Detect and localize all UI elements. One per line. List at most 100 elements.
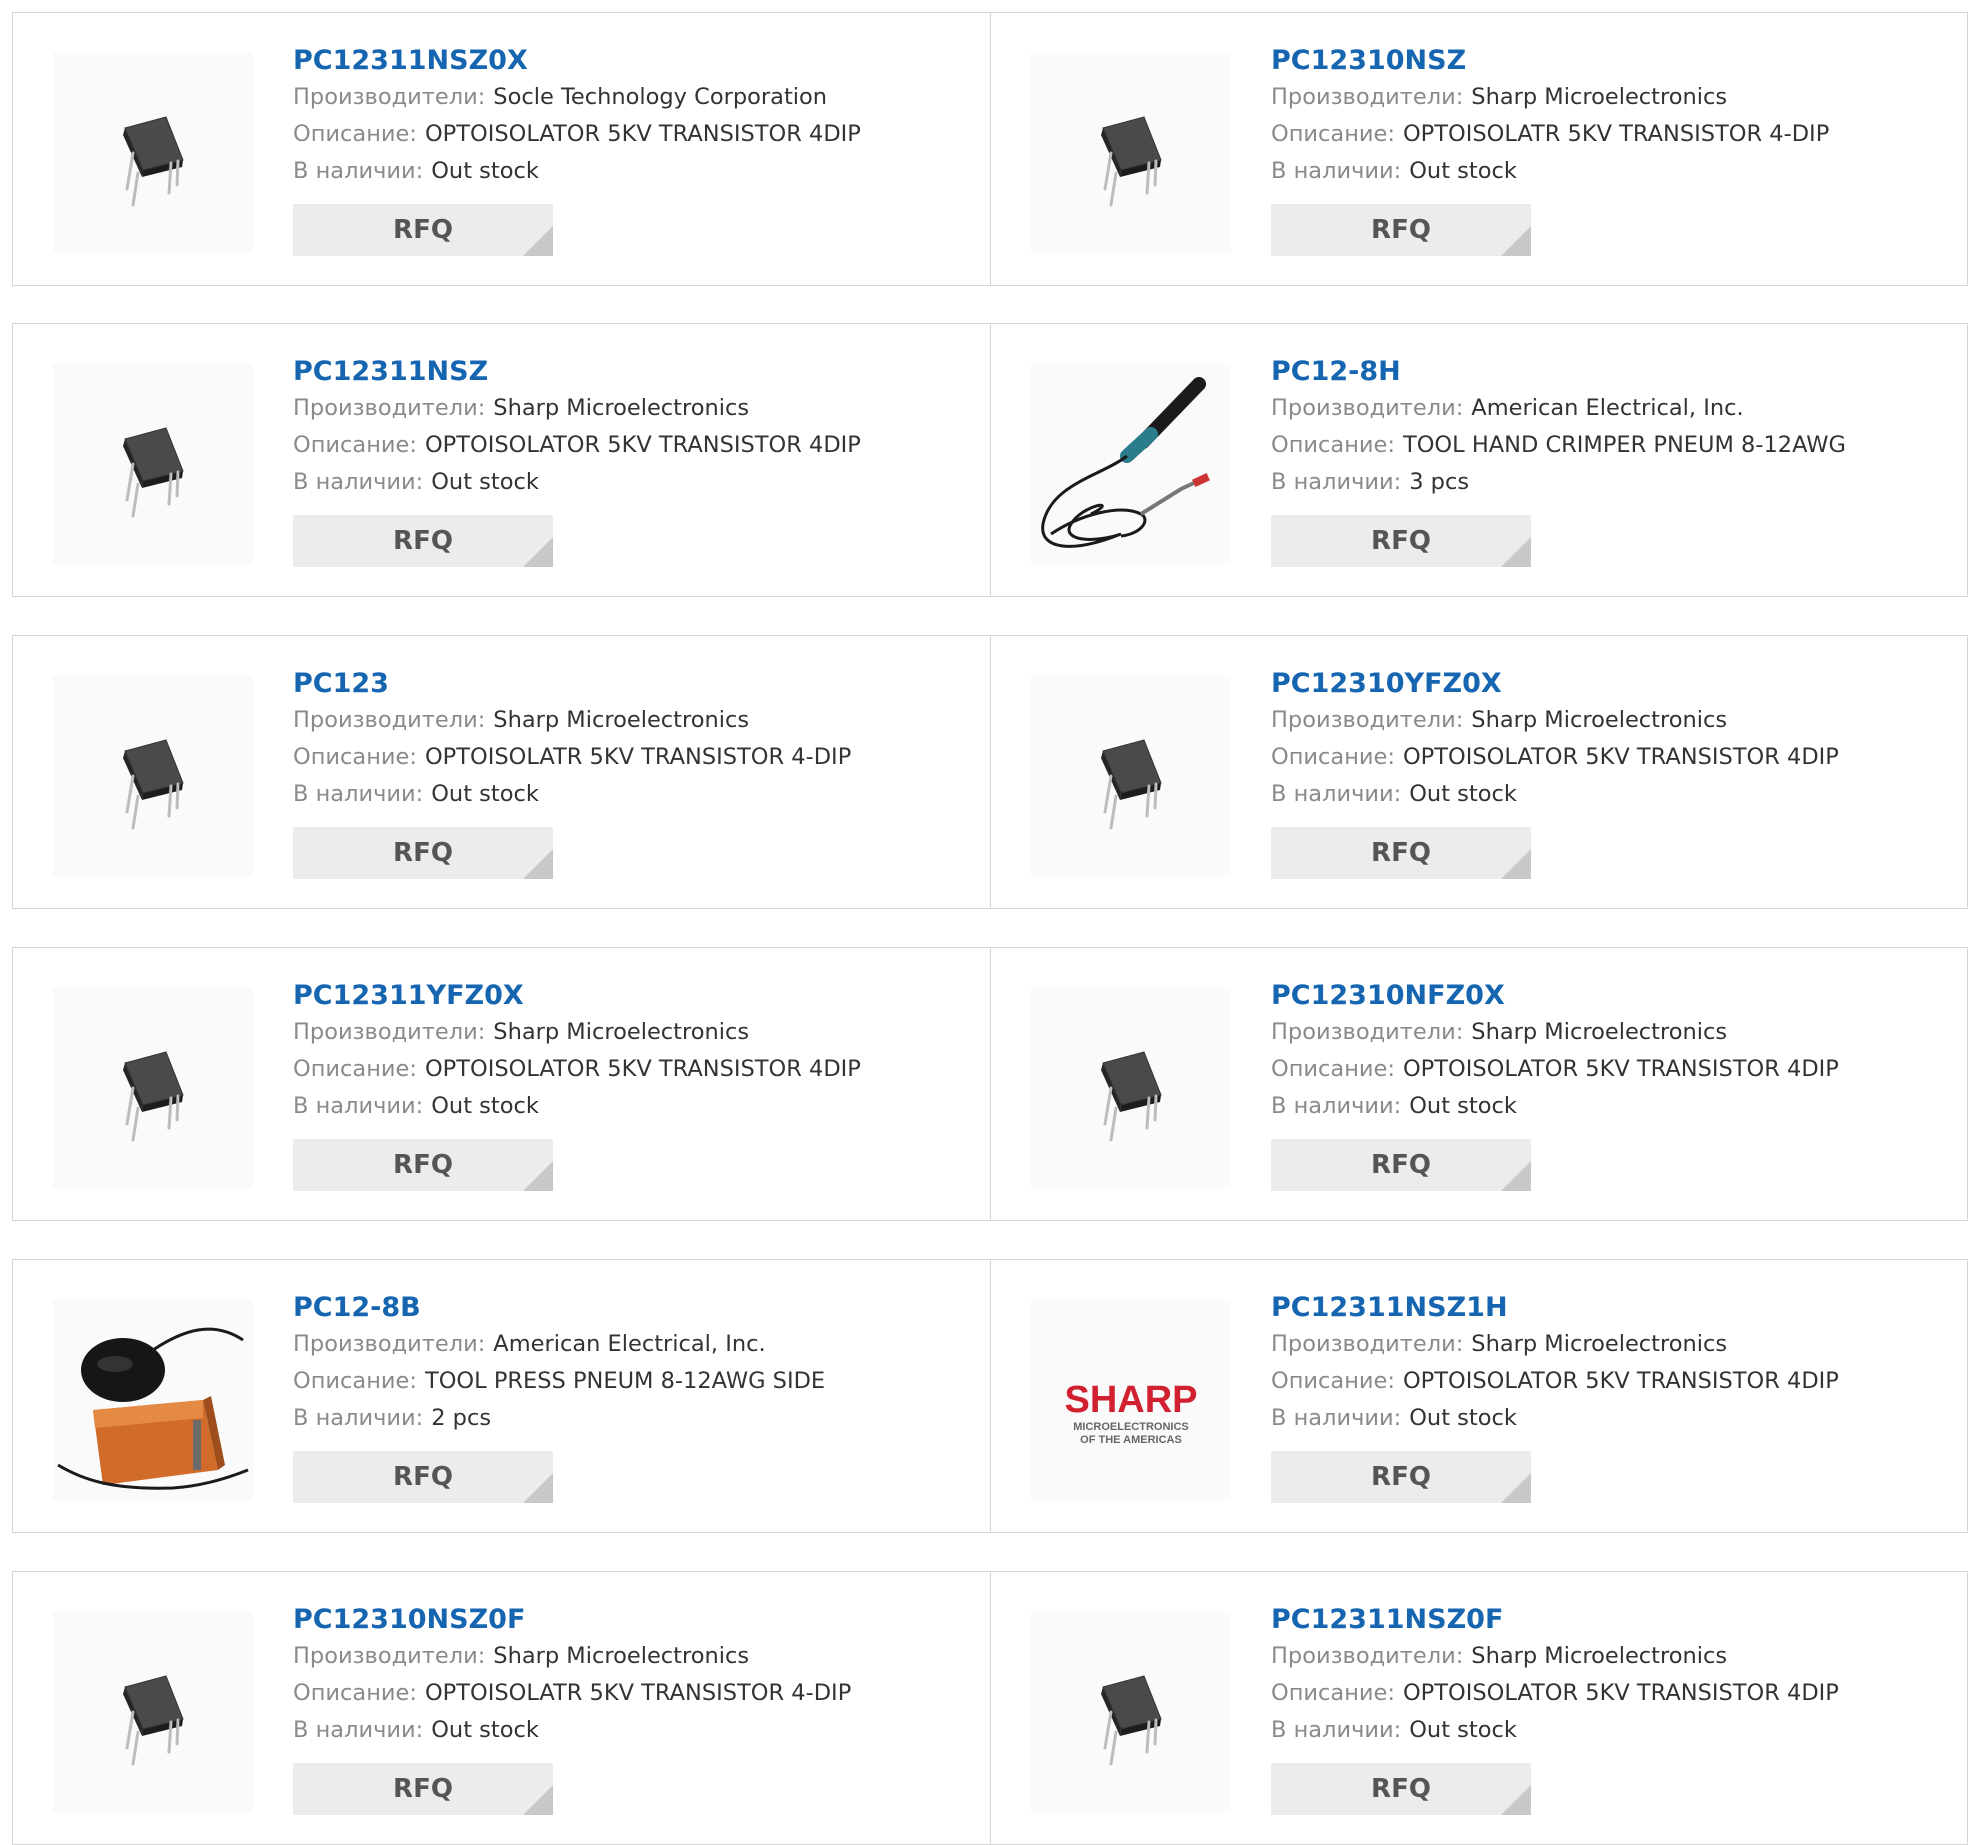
rfq-button[interactable]: RFQ	[1271, 515, 1531, 567]
rfq-button[interactable]: RFQ	[293, 204, 553, 256]
part-number-link[interactable]: PC12311NSZ	[293, 354, 970, 390]
stock-line: В наличии: Out stock	[1271, 1400, 1947, 1437]
stock-label: В наличии:	[293, 1405, 424, 1431]
rfq-button[interactable]: RFQ	[293, 515, 553, 567]
part-number-link[interactable]: PC12310NSZ0F	[293, 1602, 970, 1638]
manufacturer-label: Производители:	[1271, 1643, 1464, 1669]
stock-line: В наличии: Out stock	[1271, 153, 1947, 190]
part-number-link[interactable]: PC12310YFZ0X	[1271, 666, 1947, 702]
description-line: Описание: OPTOISOLATOR 5KV TRANSISTOR 4DI…	[293, 1051, 970, 1088]
corner-triangle-icon	[523, 1785, 553, 1815]
rfq-button[interactable]: RFQ	[293, 827, 553, 879]
dip4-chip-image	[1101, 116, 1162, 207]
manufacturer-label: Производители:	[293, 84, 486, 110]
manufacturer-value: Sharp Microelectronics	[1471, 1331, 1728, 1357]
crimper-tool-image	[1041, 377, 1210, 548]
description-line: Описание: OPTOISOLATR 5KV TRANSISTOR 4-DI…	[1271, 116, 1947, 153]
description-line: Описание: OPTOISOLATR 5KV TRANSISTOR 4-DI…	[293, 739, 970, 776]
rfq-button[interactable]: RFQ	[1271, 1763, 1531, 1815]
manufacturer-value: Sharp Microelectronics	[1471, 1643, 1728, 1669]
description-label: Описание:	[1271, 1368, 1395, 1394]
corner-triangle-icon	[1501, 537, 1531, 567]
rfq-label: RFQ	[393, 1150, 453, 1180]
stock-value: Out stock	[1409, 1093, 1517, 1119]
manufacturer-label: Производители:	[293, 395, 486, 421]
corner-triangle-icon	[523, 226, 553, 256]
manufacturer-value: Sharp Microelectronics	[493, 1019, 750, 1045]
product-image[interactable]	[1031, 364, 1231, 564]
description-label: Описание:	[1271, 1680, 1395, 1706]
part-number-link[interactable]: PC12310NSZ	[1271, 43, 1947, 79]
stock-label: В наличии:	[293, 1093, 424, 1119]
rfq-button[interactable]: RFQ	[1271, 1139, 1531, 1191]
part-number-link[interactable]: PC12311NSZ0X	[293, 43, 970, 79]
product-image[interactable]	[53, 988, 253, 1188]
corner-triangle-icon	[1501, 1473, 1531, 1503]
part-number-link[interactable]: PC12311NSZ1H	[1271, 1290, 1947, 1326]
part-number-link[interactable]: PC12311NSZ0F	[1271, 1602, 1947, 1638]
part-number-link[interactable]: PC12311YFZ0X	[293, 978, 970, 1014]
corner-triangle-icon	[1501, 1785, 1531, 1815]
stock-value: Out stock	[431, 1717, 539, 1743]
manufacturer-label: Производители:	[293, 1643, 486, 1669]
dip4-chip-image	[1101, 1675, 1162, 1766]
rfq-button[interactable]: RFQ	[293, 1451, 553, 1503]
product-row: PC12311NSZ0X Производители: Socle Technolo…	[12, 12, 1968, 286]
description-value: OPTOISOLATOR 5KV TRANSISTOR 4DIP	[424, 1056, 861, 1082]
rfq-button[interactable]: RFQ	[1271, 204, 1531, 256]
description-value: OPTOISOLATR 5KV TRANSISTOR 4-DIP	[424, 744, 852, 770]
stock-label: В наличии:	[1271, 781, 1402, 807]
product-card: PC12-8H Производители: American Electrical…	[990, 324, 1967, 596]
manufacturer-line: Производители: Sharp Microelectronics	[293, 702, 970, 739]
part-number-link[interactable]: PC12-8H	[1271, 354, 1947, 390]
product-image[interactable]	[1031, 53, 1231, 253]
rfq-label: RFQ	[1371, 1462, 1431, 1492]
stock-value: Out stock	[1409, 158, 1517, 184]
product-image[interactable]	[1031, 988, 1231, 1188]
press-tool-image	[57, 1327, 249, 1490]
dip4-chip-image	[123, 116, 184, 207]
product-image[interactable]	[53, 676, 253, 876]
product-image[interactable]	[1031, 676, 1231, 876]
manufacturer-value: Sharp Microelectronics	[493, 395, 750, 421]
corner-triangle-icon	[523, 537, 553, 567]
description-label: Описание:	[293, 121, 417, 147]
product-info: PC12310YFZ0X Производители: Sharp Microele…	[1271, 666, 1947, 879]
part-number-link[interactable]: PC12-8B	[293, 1290, 970, 1326]
description-value: OPTOISOLATOR 5KV TRANSISTOR 4DIP	[424, 432, 861, 458]
product-image[interactable]: SHARP MICROELECTRONICS OF THE AMERICAS	[1031, 1300, 1231, 1500]
rfq-button[interactable]: RFQ	[1271, 1451, 1531, 1503]
product-image[interactable]	[53, 364, 253, 564]
stock-label: В наличии:	[1271, 158, 1402, 184]
product-image[interactable]	[53, 53, 253, 253]
description-label: Описание:	[1271, 432, 1395, 458]
description-label: Описание:	[293, 1368, 417, 1394]
product-card: PC123 Производители: Sharp Microelectronic…	[13, 636, 990, 908]
product-card: PC12311NSZ Производители: Sharp Microelect…	[13, 324, 990, 596]
stock-label: В наличии:	[293, 781, 424, 807]
stock-line: В наличии: Out stock	[293, 153, 970, 190]
product-card: PC12310NSZ Производители: Sharp Microelect…	[990, 13, 1967, 285]
product-image[interactable]	[53, 1612, 253, 1812]
manufacturer-label: Производители:	[293, 1019, 486, 1045]
product-image[interactable]	[53, 1300, 253, 1500]
product-image[interactable]	[1031, 1612, 1231, 1812]
part-number-link[interactable]: PC12310NFZ0X	[1271, 978, 1947, 1014]
corner-triangle-icon	[1501, 849, 1531, 879]
stock-value: Out stock	[431, 469, 539, 495]
manufacturer-line: Производители: Sharp Microelectronics	[293, 1014, 970, 1051]
product-info: PC12311YFZ0X Производители: Sharp Microele…	[293, 978, 970, 1191]
stock-label: В наличии:	[1271, 1093, 1402, 1119]
part-number-link[interactable]: PC123	[293, 666, 970, 702]
product-info: PC123 Производители: Sharp Microelectronic…	[293, 666, 970, 879]
product-info: PC12311NSZ Производители: Sharp Microelect…	[293, 354, 970, 567]
rfq-button[interactable]: RFQ	[1271, 827, 1531, 879]
product-card: SHARP MICROELECTRONICS OF THE AMERICAS PC12…	[990, 1260, 1967, 1532]
rfq-button[interactable]: RFQ	[293, 1139, 553, 1191]
description-line: Описание: TOOL HAND CRIMPER PNEUM 8-12AWG	[1271, 427, 1947, 464]
rfq-button[interactable]: RFQ	[293, 1763, 553, 1815]
product-card: PC12310NFZ0X Производители: Sharp Microele…	[990, 948, 1967, 1220]
description-label: Описание:	[1271, 1056, 1395, 1082]
product-info: PC12-8H Производители: American Electrical…	[1271, 354, 1947, 567]
sharp-logo-image: SHARPMICROELECTRONICSOF THE AMERICAS	[1064, 1379, 1197, 1446]
